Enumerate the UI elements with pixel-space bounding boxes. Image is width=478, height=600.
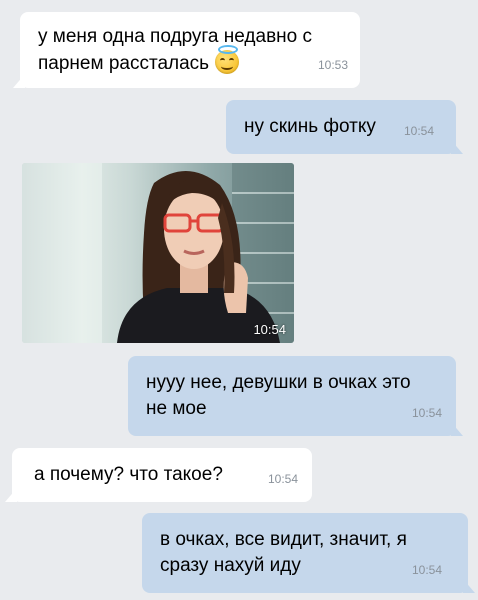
outgoing-message[interactable]: ну скинь фотку 10:54 <box>226 100 456 154</box>
message-time: 10:53 <box>317 58 348 72</box>
outgoing-message[interactable]: в очках, все видит, значит, я сразу наху… <box>142 513 468 593</box>
message-text: а почему? что такое? <box>34 464 223 485</box>
message-text: у меня одна подруга недавно с парнем рас… <box>38 26 313 74</box>
message-time: 10:54 <box>411 563 442 577</box>
incoming-message[interactable]: у меня одна подруга недавно с парнем рас… <box>20 12 360 88</box>
woman-with-glasses-photo-icon <box>22 163 294 343</box>
message-time: 10:54 <box>253 322 286 337</box>
photo-message[interactable]: 10:54 <box>22 163 294 343</box>
message-time: 10:54 <box>267 472 298 486</box>
outgoing-message[interactable]: нууу нее, девушки в очках это не мое 10:… <box>128 356 456 436</box>
message-time: 10:54 <box>403 124 434 138</box>
message-text: ну скинь фотку <box>244 116 376 137</box>
message-time: 10:54 <box>411 406 442 420</box>
message-text: нууу нее, девушки в очках это не мое <box>146 372 411 419</box>
innocent-smile-emoji-icon <box>215 45 240 74</box>
incoming-message[interactable]: а почему? что такое? 10:54 <box>12 448 312 502</box>
